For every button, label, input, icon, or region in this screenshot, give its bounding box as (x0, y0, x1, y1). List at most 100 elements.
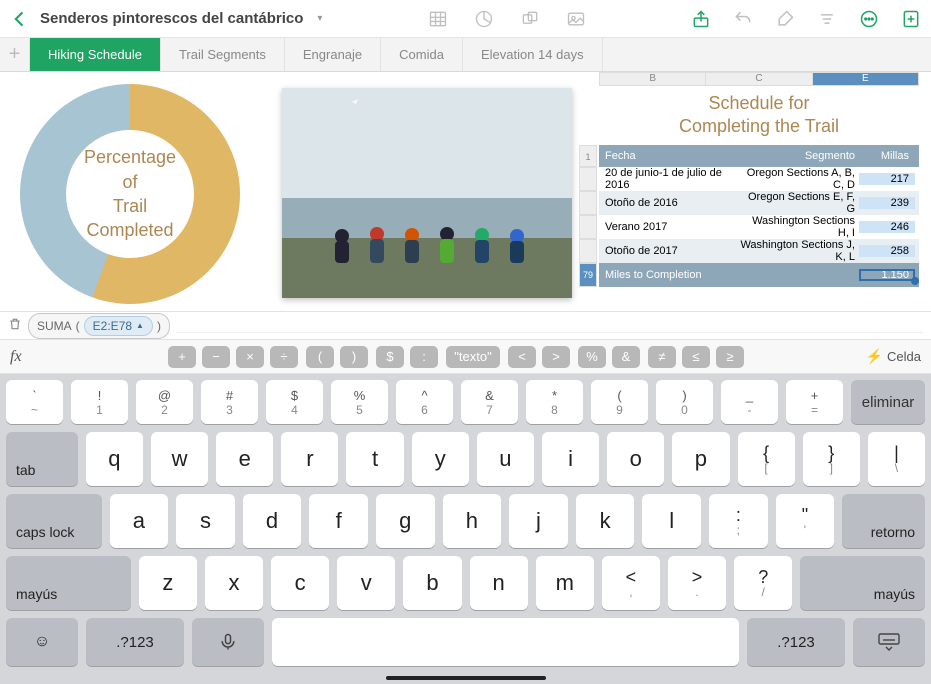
share-icon[interactable] (691, 9, 711, 29)
cell-ref-button[interactable]: ⚡Celda (866, 348, 921, 365)
donut-chart[interactable]: PercentageofTrailCompleted (20, 84, 260, 304)
tab-trail-segments[interactable]: Trail Segments (161, 38, 285, 71)
key-9[interactable]: (9 (591, 380, 648, 424)
key-=[interactable]: += (786, 380, 843, 424)
tab-comida[interactable]: Comida (381, 38, 463, 71)
delete-key[interactable]: eliminar (851, 380, 925, 424)
undo-icon[interactable] (733, 9, 753, 29)
hide-keyboard-key[interactable] (853, 618, 925, 666)
key-5[interactable]: %5 (331, 380, 388, 424)
key-t[interactable]: t (346, 432, 403, 486)
key-punct[interactable]: >. (668, 556, 726, 610)
op-times[interactable]: × (236, 346, 264, 368)
emoji-key[interactable]: ☺ (6, 618, 78, 666)
column-headers[interactable]: B C E (599, 72, 919, 86)
op-div[interactable]: ÷ (270, 346, 298, 368)
key-bracket[interactable]: |\ (868, 432, 925, 486)
op-neq[interactable]: ≠ (648, 346, 676, 368)
schedule-table[interactable]: B C E Schedule forCompleting the Trail 1… (599, 72, 919, 287)
op-texto[interactable]: "texto" (446, 346, 500, 368)
shift-key-right[interactable]: mayús (800, 556, 925, 610)
op-geq[interactable]: ≥ (716, 346, 744, 368)
row-num-1[interactable]: 1 (579, 145, 597, 167)
formula-bar[interactable]: SUMA ( E2:E78 ▲ ) (0, 312, 931, 340)
key-g[interactable]: g (376, 494, 435, 548)
key-h[interactable]: h (443, 494, 502, 548)
table-icon[interactable] (428, 9, 448, 29)
op-colon[interactable]: : (410, 346, 438, 368)
table-row[interactable]: Otoño de 2017 Washington Sections J, K, … (599, 239, 919, 263)
sheet-canvas[interactable]: PercentageofTrailCompleted B C E (0, 72, 931, 312)
key-bracket[interactable]: {[ (738, 432, 795, 486)
op-pct[interactable]: % (578, 346, 606, 368)
op-lt[interactable]: < (508, 346, 536, 368)
key-v[interactable]: v (337, 556, 395, 610)
key-punct[interactable]: <, (602, 556, 660, 610)
format-brush-icon[interactable] (775, 9, 795, 29)
key-u[interactable]: u (477, 432, 534, 486)
key-2[interactable]: @2 (136, 380, 193, 424)
key-w[interactable]: w (151, 432, 208, 486)
row-num[interactable] (579, 167, 597, 191)
col-c[interactable]: C (706, 72, 812, 86)
tab-hiking-schedule[interactable]: Hiking Schedule (30, 38, 161, 71)
row-num-79[interactable]: 79 (579, 263, 597, 287)
capslock-key[interactable]: caps lock (6, 494, 102, 548)
key-3[interactable]: #3 (201, 380, 258, 424)
key-c[interactable]: c (271, 556, 329, 610)
key-6[interactable]: ^6 (396, 380, 453, 424)
symbols-key-right[interactable]: .?123 (747, 618, 845, 666)
mic-key[interactable] (192, 618, 264, 666)
op-amp[interactable]: & (612, 346, 640, 368)
shift-key-left[interactable]: mayús (6, 556, 131, 610)
key-p[interactable]: p (672, 432, 729, 486)
key-7[interactable]: &7 (461, 380, 518, 424)
key-y[interactable]: y (412, 432, 469, 486)
key-l[interactable]: l (642, 494, 701, 548)
shape-icon[interactable] (520, 9, 540, 29)
chart-icon[interactable] (474, 9, 494, 29)
home-indicator[interactable] (386, 676, 546, 680)
key-punct[interactable]: ?/ (734, 556, 792, 610)
op-minus[interactable]: − (202, 346, 230, 368)
key-j[interactable]: j (509, 494, 568, 548)
tab-elevation[interactable]: Elevation 14 days (463, 38, 603, 71)
key-1[interactable]: !1 (71, 380, 128, 424)
beach-photo[interactable] (282, 88, 572, 298)
key-e[interactable]: e (216, 432, 273, 486)
op-rparen[interactable]: ) (340, 346, 368, 368)
key-f[interactable]: f (309, 494, 368, 548)
key-4[interactable]: $4 (266, 380, 323, 424)
formula-func-chip[interactable]: SUMA ( E2:E78 ▲ ) (28, 313, 170, 339)
col-b[interactable]: B (599, 72, 706, 86)
key-s[interactable]: s (176, 494, 235, 548)
sort-icon[interactable] (817, 9, 837, 29)
table-row[interactable]: Verano 2017 Washington Sections H, I 246 (599, 215, 919, 239)
key-a[interactable]: a (110, 494, 169, 548)
op-gt[interactable]: > (542, 346, 570, 368)
key-z[interactable]: z (139, 556, 197, 610)
key-punct[interactable]: :; (709, 494, 768, 548)
key-8[interactable]: *8 (526, 380, 583, 424)
space-key[interactable] (272, 618, 739, 666)
key-q[interactable]: q (86, 432, 143, 486)
add-sheet-button[interactable]: + (0, 38, 30, 71)
col-e[interactable]: E (813, 72, 919, 86)
key-0[interactable]: )0 (656, 380, 713, 424)
table-row[interactable]: 20 de junio-1 de julio de 2016 Oregon Se… (599, 167, 919, 191)
key-i[interactable]: i (542, 432, 599, 486)
op-leq[interactable]: ≤ (682, 346, 710, 368)
key-bracket[interactable]: }] (803, 432, 860, 486)
table-footer[interactable]: 79 Miles to Completion 1.150 (599, 263, 919, 287)
tab-engranaje[interactable]: Engranaje (285, 38, 381, 71)
key-d[interactable]: d (243, 494, 302, 548)
more-icon[interactable] (859, 9, 879, 29)
op-plus[interactable]: + (168, 346, 196, 368)
key-r[interactable]: r (281, 432, 338, 486)
return-key[interactable]: retorno (842, 494, 925, 548)
back-icon[interactable] (10, 9, 30, 29)
row-num[interactable] (579, 191, 597, 215)
media-icon[interactable] (566, 9, 586, 29)
fx-icon[interactable]: fx (10, 348, 32, 366)
key-punct[interactable]: "' (776, 494, 835, 548)
